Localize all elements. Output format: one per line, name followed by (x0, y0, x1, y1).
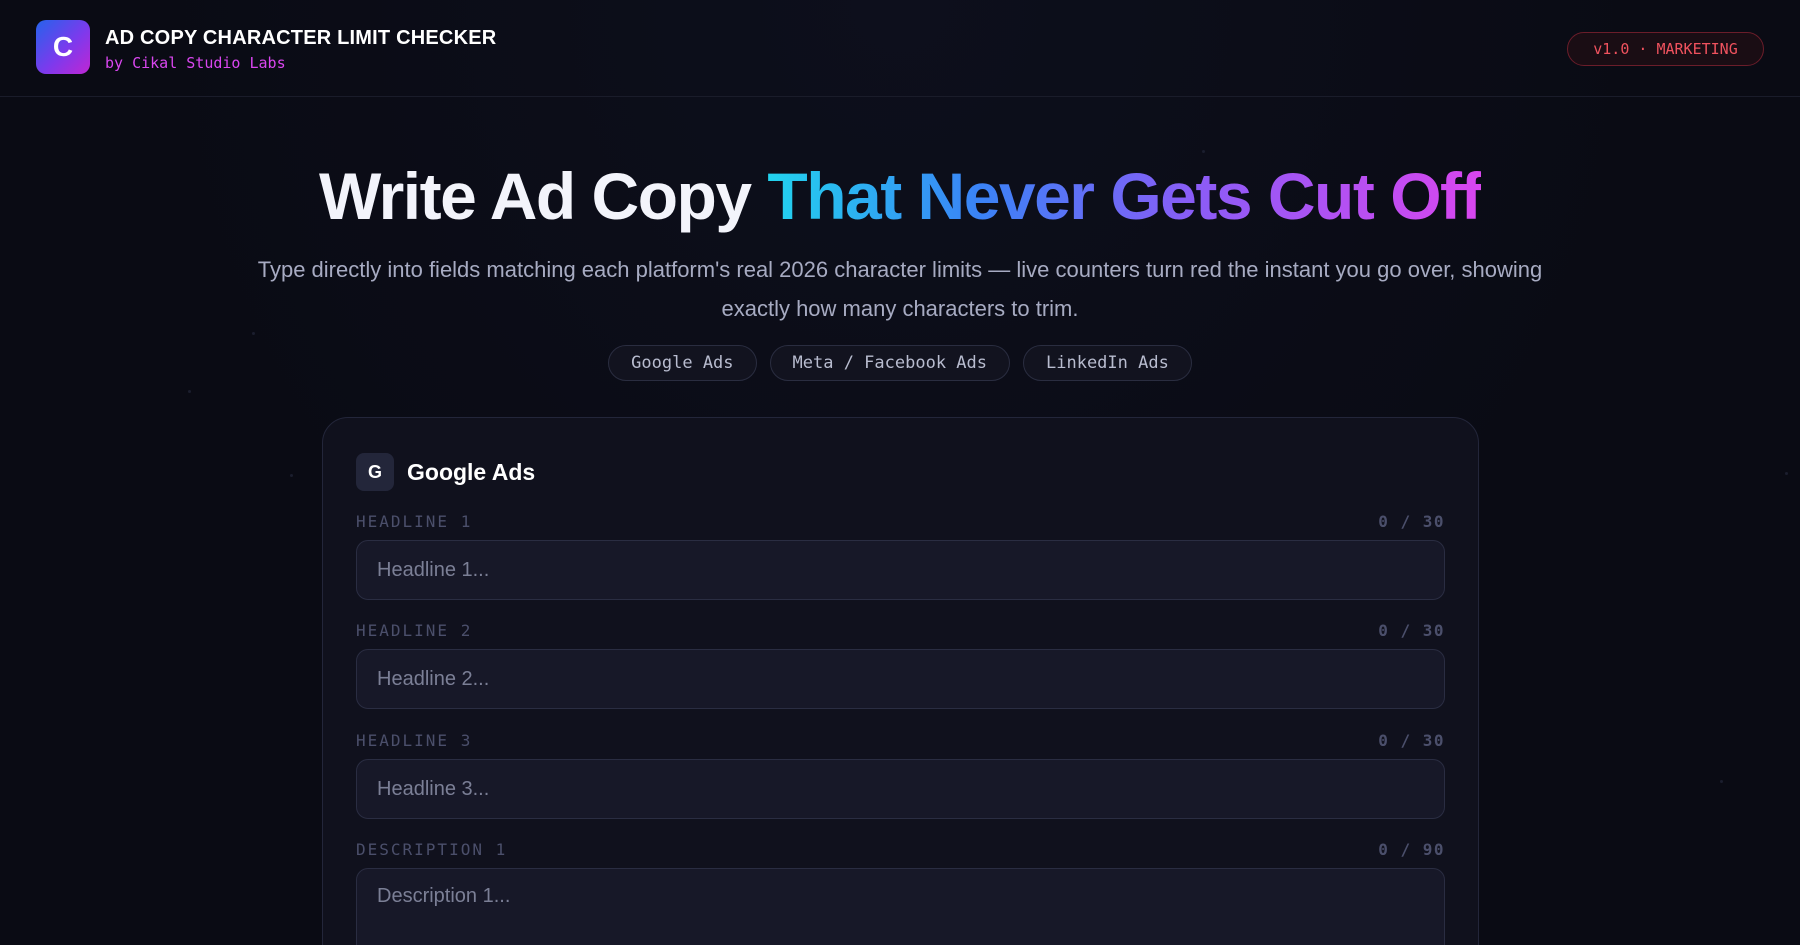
headline-3-counter: 0 / 30 (1378, 731, 1445, 750)
background-dot (188, 390, 191, 393)
headline-1-counter: 0 / 30 (1378, 512, 1445, 531)
app-byline: by Cikal Studio Labs (105, 54, 286, 72)
app-header: C AD COPY CHARACTER LIMIT CHECKER by Cik… (0, 0, 1800, 97)
chip-linkedin-ads[interactable]: LinkedIn Ads (1023, 345, 1192, 381)
version-badge: v1.0 · MARKETING (1567, 32, 1764, 66)
page: C AD COPY CHARACTER LIMIT CHECKER by Cik… (0, 0, 1800, 945)
chip-google-ads[interactable]: Google Ads (608, 345, 757, 381)
headline-2-input[interactable] (356, 649, 1445, 709)
headline-1-input[interactable] (356, 540, 1445, 600)
background-dot (290, 474, 293, 477)
description-1-textarea[interactable] (356, 868, 1445, 945)
hero-title-accent: That Never Gets Cut Off (767, 159, 1482, 233)
platform-chips: Google Ads Meta / Facebook Ads LinkedIn … (0, 345, 1800, 381)
card-title: Google Ads (407, 459, 536, 485)
headline-1-label: HEADLINE 1 (356, 512, 473, 531)
app-title: AD COPY CHARACTER LIMIT CHECKER (105, 27, 497, 49)
headline-2-counter: 0 / 30 (1378, 621, 1445, 640)
background-dot (1202, 150, 1205, 153)
chip-meta-facebook-ads[interactable]: Meta / Facebook Ads (769, 345, 1010, 381)
description-1-counter: 0 / 90 (1378, 840, 1445, 859)
headline-2-label: HEADLINE 2 (356, 621, 473, 640)
background-dot (1785, 472, 1788, 475)
app-logo: C (36, 20, 90, 74)
card-icon-letter: G (367, 461, 382, 482)
logo-letter: C (52, 31, 74, 62)
google-ads-card: G Google Ads HEADLINE 1 0 / 30 HEADLINE … (322, 417, 1479, 945)
headline-3-input[interactable] (356, 759, 1445, 819)
background-dot (1720, 780, 1723, 783)
hero-subtitle: Type directly into fields matching each … (257, 257, 1543, 321)
description-1-label: DESCRIPTION 1 (356, 840, 508, 859)
google-icon: G (356, 453, 394, 491)
background-dot (252, 332, 255, 335)
hero-title-plain: Write Ad Copy (319, 159, 752, 233)
hero-title: Write Ad Copy That Never Gets Cut Off (0, 158, 1800, 234)
headline-3-label: HEADLINE 3 (356, 731, 473, 750)
